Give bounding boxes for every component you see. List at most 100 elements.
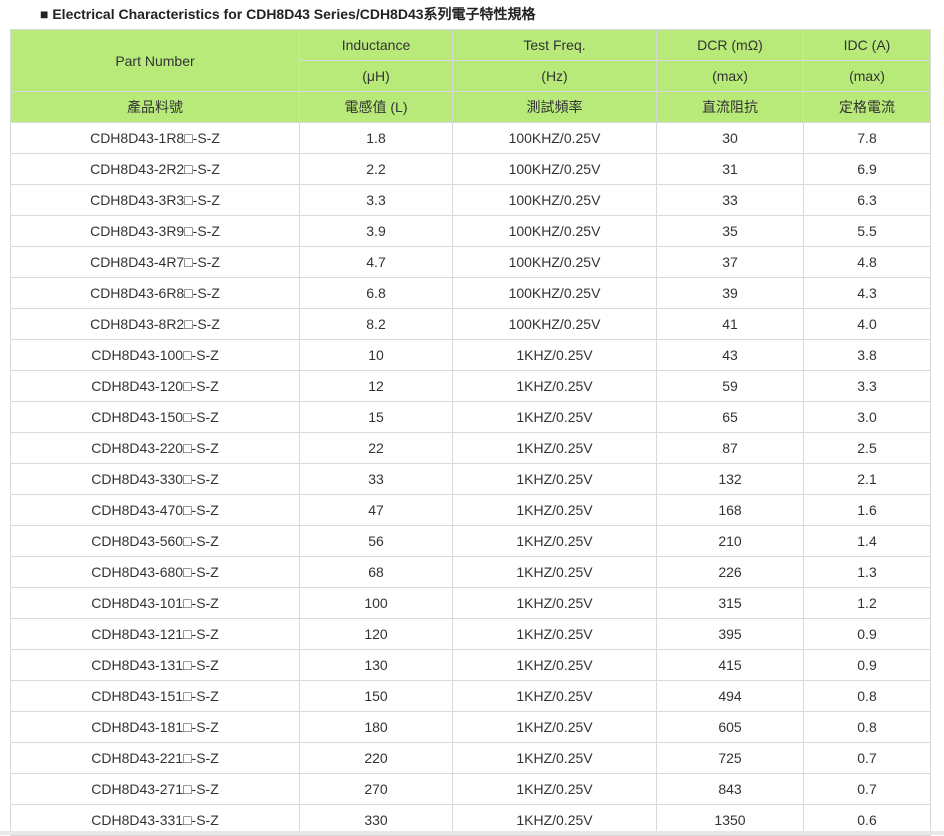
cell-test-freq: 100KHZ/0.25V <box>452 122 657 154</box>
cell-part-number: CDH8D43-151□-S-Z <box>10 680 300 712</box>
cell-dcr: 35 <box>656 215 804 247</box>
cell-test-freq: 1KHZ/0.25V <box>452 401 657 433</box>
header-inductance: Inductance <box>299 29 453 61</box>
cell-test-freq: 1KHZ/0.25V <box>452 618 657 650</box>
cell-part-number: CDH8D43-330□-S-Z <box>10 463 300 495</box>
table-row: CDH8D43-1R8□-S-Z 1.8 100KHZ/0.25V 30 7.8 <box>10 122 931 154</box>
cell-idc: 3.0 <box>803 401 931 433</box>
cell-part-number: CDH8D43-221□-S-Z <box>10 742 300 774</box>
cell-idc: 5.5 <box>803 215 931 247</box>
cell-part-number: CDH8D43-181□-S-Z <box>10 711 300 743</box>
cell-inductance: 8.2 <box>299 308 453 340</box>
cell-inductance: 220 <box>299 742 453 774</box>
cell-idc: 6.9 <box>803 153 931 185</box>
cell-part-number: CDH8D43-4R7□-S-Z <box>10 246 300 278</box>
cell-idc: 4.0 <box>803 308 931 340</box>
cell-inductance: 270 <box>299 773 453 805</box>
cell-inductance: 33 <box>299 463 453 495</box>
header-idc-zh: 定格電流 <box>803 91 931 123</box>
cell-idc: 0.8 <box>803 680 931 712</box>
cell-inductance: 56 <box>299 525 453 557</box>
bottom-edge <box>0 831 944 835</box>
table-row: CDH8D43-150□-S-Z 15 1KHZ/0.25V 65 3.0 <box>10 401 931 433</box>
cell-part-number: CDH8D43-2R2□-S-Z <box>10 153 300 185</box>
cell-idc: 1.3 <box>803 556 931 588</box>
table-row: CDH8D43-101□-S-Z 100 1KHZ/0.25V 315 1.2 <box>10 587 931 619</box>
electrical-characteristics-table: Part Number Inductance Test Freq. DCR (m… <box>10 29 931 836</box>
cell-idc: 0.8 <box>803 711 931 743</box>
header-inductance-unit: (μH) <box>299 60 453 92</box>
cell-idc: 4.8 <box>803 246 931 278</box>
cell-dcr: 41 <box>656 308 804 340</box>
cell-dcr: 59 <box>656 370 804 402</box>
cell-test-freq: 1KHZ/0.25V <box>452 432 657 464</box>
table-row: CDH8D43-220□-S-Z 22 1KHZ/0.25V 87 2.5 <box>10 432 931 464</box>
cell-part-number: CDH8D43-470□-S-Z <box>10 494 300 526</box>
cell-inductance: 100 <box>299 587 453 619</box>
cell-idc: 6.3 <box>803 184 931 216</box>
table-row: CDH8D43-181□-S-Z 180 1KHZ/0.25V 605 0.8 <box>10 711 931 743</box>
cell-inductance: 68 <box>299 556 453 588</box>
cell-idc: 0.7 <box>803 742 931 774</box>
cell-test-freq: 1KHZ/0.25V <box>452 711 657 743</box>
cell-dcr: 210 <box>656 525 804 557</box>
header-dcr-unit: (max) <box>656 60 804 92</box>
cell-dcr: 43 <box>656 339 804 371</box>
cell-test-freq: 100KHZ/0.25V <box>452 215 657 247</box>
cell-inductance: 12 <box>299 370 453 402</box>
cell-part-number: CDH8D43-6R8□-S-Z <box>10 277 300 309</box>
header-part-number-zh: 產品料號 <box>10 91 300 123</box>
cell-part-number: CDH8D43-560□-S-Z <box>10 525 300 557</box>
header-idc: IDC (A) <box>803 29 931 61</box>
table-row: CDH8D43-8R2□-S-Z 8.2 100KHZ/0.25V 41 4.0 <box>10 308 931 340</box>
table-row: CDH8D43-120□-S-Z 12 1KHZ/0.25V 59 3.3 <box>10 370 931 402</box>
cell-test-freq: 100KHZ/0.25V <box>452 153 657 185</box>
cell-dcr: 87 <box>656 432 804 464</box>
header-test-freq-unit: (Hz) <box>452 60 657 92</box>
cell-idc: 0.9 <box>803 649 931 681</box>
table-row: CDH8D43-151□-S-Z 150 1KHZ/0.25V 494 0.8 <box>10 680 931 712</box>
cell-inductance: 150 <box>299 680 453 712</box>
cell-dcr: 132 <box>656 463 804 495</box>
cell-inductance: 22 <box>299 432 453 464</box>
cell-dcr: 725 <box>656 742 804 774</box>
cell-idc: 1.2 <box>803 587 931 619</box>
cell-test-freq: 1KHZ/0.25V <box>452 525 657 557</box>
table-row: CDH8D43-560□-S-Z 56 1KHZ/0.25V 210 1.4 <box>10 525 931 557</box>
table-body: CDH8D43-1R8□-S-Z 1.8 100KHZ/0.25V 30 7.8 CDH8… <box>10 122 931 836</box>
cell-idc: 0.9 <box>803 618 931 650</box>
cell-dcr: 395 <box>656 618 804 650</box>
cell-part-number: CDH8D43-3R3□-S-Z <box>10 184 300 216</box>
table-row: CDH8D43-271□-S-Z 270 1KHZ/0.25V 843 0.7 <box>10 773 931 805</box>
table-row: CDH8D43-6R8□-S-Z 6.8 100KHZ/0.25V 39 4.3 <box>10 277 931 309</box>
cell-dcr: 39 <box>656 277 804 309</box>
cell-part-number: CDH8D43-271□-S-Z <box>10 773 300 805</box>
table-row: CDH8D43-2R2□-S-Z 2.2 100KHZ/0.25V 31 6.9 <box>10 153 931 185</box>
cell-inductance: 3.3 <box>299 184 453 216</box>
table-row: CDH8D43-3R3□-S-Z 3.3 100KHZ/0.25V 33 6.3 <box>10 184 931 216</box>
table-row: CDH8D43-680□-S-Z 68 1KHZ/0.25V 226 1.3 <box>10 556 931 588</box>
cell-idc: 0.7 <box>803 773 931 805</box>
cell-test-freq: 1KHZ/0.25V <box>452 463 657 495</box>
cell-dcr: 315 <box>656 587 804 619</box>
cell-test-freq: 1KHZ/0.25V <box>452 680 657 712</box>
table-row: CDH8D43-121□-S-Z 120 1KHZ/0.25V 395 0.9 <box>10 618 931 650</box>
cell-inductance: 4.7 <box>299 246 453 278</box>
cell-test-freq: 1KHZ/0.25V <box>452 773 657 805</box>
cell-idc: 3.3 <box>803 370 931 402</box>
table-row: CDH8D43-3R9□-S-Z 3.9 100KHZ/0.25V 35 5.5 <box>10 215 931 247</box>
cell-inductance: 10 <box>299 339 453 371</box>
cell-test-freq: 1KHZ/0.25V <box>452 587 657 619</box>
cell-test-freq: 1KHZ/0.25V <box>452 649 657 681</box>
cell-dcr: 37 <box>656 246 804 278</box>
cell-dcr: 415 <box>656 649 804 681</box>
cell-idc: 2.5 <box>803 432 931 464</box>
header-dcr: DCR (mΩ) <box>656 29 804 61</box>
cell-test-freq: 1KHZ/0.25V <box>452 494 657 526</box>
cell-test-freq: 1KHZ/0.25V <box>452 556 657 588</box>
cell-part-number: CDH8D43-101□-S-Z <box>10 587 300 619</box>
header-dcr-zh: 直流阻抗 <box>656 91 804 123</box>
cell-test-freq: 100KHZ/0.25V <box>452 184 657 216</box>
cell-idc: 3.8 <box>803 339 931 371</box>
table-row: CDH8D43-131□-S-Z 130 1KHZ/0.25V 415 0.9 <box>10 649 931 681</box>
